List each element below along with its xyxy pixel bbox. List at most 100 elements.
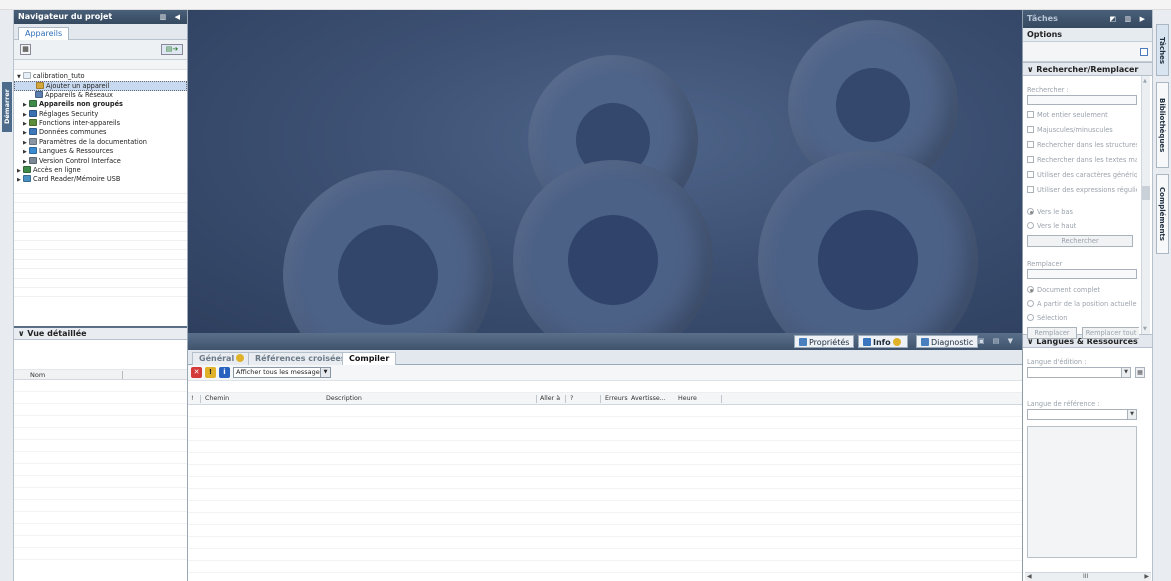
col-goto[interactable]: Aller à [540,393,560,405]
vtab-libraries[interactable]: Bibliothèques [1156,82,1169,168]
subtab-general[interactable]: Général [192,352,254,365]
chevron-down-icon: ∨ [1027,65,1034,74]
column-separator[interactable] [721,395,722,403]
col-path[interactable]: Chemin [205,393,229,405]
replace-button[interactable]: Remplacer [1027,327,1077,339]
task-card-hscrollbar[interactable]: ◀ III ▶ [1025,572,1151,581]
start-tab-label[interactable]: Démarrer [2,82,12,132]
column-separator[interactable] [600,395,601,403]
column-separator[interactable] [536,395,537,403]
scroll-left-icon[interactable]: ◀ [1027,573,1032,580]
option-whole-word[interactable]: Mot entier seulement [1027,110,1137,120]
tree-item[interactable]: ▶ Accès en ligne [14,165,187,175]
gear-decoration [283,170,493,333]
info-icon [236,354,245,362]
option-search-hidden-texts[interactable]: Rechercher dans les textes masqués [1027,155,1137,165]
tab-diagnostics[interactable]: Diagnostic [916,335,979,348]
direction-down[interactable]: Vers le bas [1027,207,1137,217]
project-tree-icon[interactable]: ▦ [20,44,31,55]
reference-language-select[interactable]: ▼ [1027,409,1137,420]
scope-from-current[interactable]: A partir de la position actuelle [1027,299,1137,309]
direction-up[interactable]: Vers le haut [1027,221,1137,231]
scroll-right-icon[interactable]: ▶ [1144,573,1149,580]
tab-info[interactable]: Info [858,335,909,348]
tree-node-icon [29,128,37,136]
tab-properties[interactable]: Propriétés [794,335,855,348]
navigator-title: Navigateur du projet [18,12,113,21]
language-preview-box [1027,426,1137,558]
warning-filter-icon[interactable]: ! [205,367,216,378]
col-warnings[interactable]: Avertisse... [631,393,666,405]
search-input[interactable] [1027,95,1137,105]
inspector-header-controls[interactable]: ▣ ▤ ▼ [978,337,1016,345]
info-filter-icon[interactable]: i [219,367,230,378]
subtab-compile[interactable]: Compiler [342,352,397,365]
scroll-down-icon[interactable]: ▼ [1143,326,1147,332]
scrollbar-grip[interactable]: III [1083,573,1088,580]
edit-language-select[interactable]: ▼ [1027,367,1131,378]
tree-item[interactable]: ▶ Réglages Security [14,109,187,119]
option-match-case[interactable]: Majuscules/minuscules [1027,125,1137,135]
scope-selection[interactable]: Sélection [1027,313,1137,323]
replace-all-button[interactable]: Remplacer tout [1082,327,1139,339]
subtab-cross-references[interactable]: Références croisées [248,352,353,365]
checkbox[interactable] [1027,156,1034,163]
tab-devices[interactable]: Appareils [18,27,70,40]
tasks-header-controls[interactable]: ◩ ▥ ▶ [1110,10,1149,28]
col-errors[interactable]: Erreurs [605,393,628,405]
option-search-structures[interactable]: Rechercher dans les structures [1027,140,1137,150]
radio[interactable] [1027,300,1034,307]
navigator-header-controls[interactable]: ▥ ◀ [160,10,183,24]
tree-item[interactable]: ▶ Appareils non groupés [14,100,187,109]
chevron-down-icon[interactable]: ▼ [1121,368,1130,377]
scope-whole-document[interactable]: Document complet [1027,285,1137,295]
column-separator[interactable] [200,395,201,403]
chevron-down-icon: ∨ [18,329,25,338]
message-filter-select[interactable]: Afficher tous les messages ▼ [233,367,331,378]
error-filter-icon[interactable]: ✕ [191,367,202,378]
tree-item[interactable]: ▶ Paramètres de la documentation [14,137,187,147]
option-wildcards[interactable]: Utiliser des caractères génériques [1027,170,1137,180]
tree-item-label: Fonctions inter-appareils [39,118,121,127]
detail-view-header[interactable]: ∨ Vue détaillée [14,326,187,340]
vtab-addons[interactable]: Compléments [1156,174,1169,254]
checkbox[interactable] [1027,141,1034,148]
replace-input[interactable] [1027,269,1137,279]
tree-item[interactable]: ▶ Card Reader/Mémoire USB [14,175,187,184]
chevron-down-icon[interactable]: ▼ [320,368,330,377]
options-toolbar [1023,42,1152,62]
options-icon[interactable] [1140,48,1148,56]
checkbox[interactable] [1027,171,1034,178]
checkbox[interactable] [1027,126,1034,133]
option-regex[interactable]: Utiliser des expressions régulières [1027,185,1137,195]
tree-item[interactable]: ▼ calibration_tuto [14,72,187,81]
scrollbar-thumb[interactable] [1142,186,1150,200]
scroll-up-icon[interactable]: ▲ [1143,78,1147,84]
col-help[interactable]: ? [570,393,573,405]
radio[interactable] [1027,222,1034,229]
search-replace-header[interactable]: ∨ Rechercher/Remplacer [1023,62,1152,76]
tree-item[interactable]: Appareils & Réseaux [14,90,187,100]
vtab-tasks[interactable]: Tâches [1156,24,1169,76]
radio[interactable] [1027,208,1034,215]
search-panel-scrollbar[interactable]: ▲ ▼ [1141,76,1150,334]
checkbox[interactable] [1027,111,1034,118]
column-separator[interactable] [565,395,566,403]
col-description[interactable]: Description [326,393,362,405]
radio[interactable] [1027,314,1034,321]
tree-item[interactable]: ▶ Données communes [14,128,187,137]
tree-item[interactable]: Ajouter un appareil [14,81,187,91]
tree-item[interactable]: ▶ Version Control Interface [14,156,187,166]
view-toggle-icon[interactable]: ▤➔ [161,44,183,55]
tree-item[interactable]: ▶ Fonctions inter-appareils [14,118,187,128]
language-settings-icon[interactable]: ▦ [1135,367,1145,378]
tree-item[interactable]: ▶ Langues & Ressources [14,147,187,156]
checkbox[interactable] [1027,186,1034,193]
col-time[interactable]: Heure [678,393,697,405]
radio[interactable] [1027,286,1034,293]
search-button[interactable]: Rechercher [1027,235,1133,247]
chevron-down-icon[interactable]: ▼ [1127,410,1136,419]
name-column-label[interactable]: Nom [30,371,45,379]
column-separator[interactable] [122,371,123,379]
col-status[interactable]: ! [191,393,194,405]
